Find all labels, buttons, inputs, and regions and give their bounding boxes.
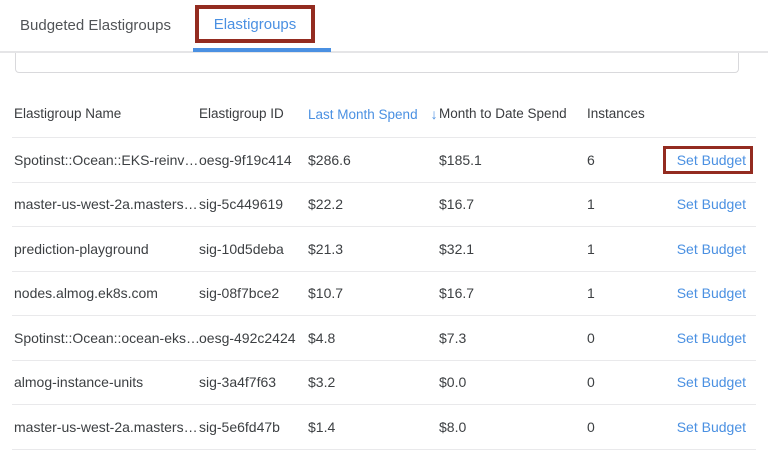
- month-to-date-spend: $8.0: [439, 419, 587, 435]
- instances-count: 1: [587, 241, 662, 257]
- last-month-spend: $286.6: [308, 152, 439, 168]
- table-row: prediction-playground sig-10d5deba $21.3…: [12, 227, 756, 272]
- instances-count: 0: [587, 374, 662, 390]
- table-header-row: Elastigroup Name Elastigroup ID Last Mon…: [12, 90, 756, 138]
- table-row: master-us-west-2a.masters… sig-5e6fd47b …: [12, 405, 756, 450]
- month-to-date-spend: $7.3: [439, 330, 587, 346]
- last-month-spend: $1.4: [308, 419, 439, 435]
- instances-count: 0: [587, 330, 662, 346]
- elastigroup-id: sig-3a4f7f63: [199, 374, 308, 390]
- elastigroup-id: oesg-492c2424: [199, 330, 308, 346]
- last-month-spend: $3.2: [308, 374, 439, 390]
- elastigroup-name: Spotinst::Ocean::EKS-reinv…: [12, 152, 199, 168]
- set-budget-link[interactable]: Set Budget: [677, 330, 746, 346]
- last-month-spend: $22.2: [308, 196, 439, 212]
- instances-count: 6: [587, 152, 662, 168]
- instances-count: 1: [587, 196, 662, 212]
- filter-bar[interactable]: [15, 53, 739, 73]
- table-row: master-us-west-2a.masters… sig-5c449619 …: [12, 183, 756, 228]
- column-header-instances[interactable]: Instances: [587, 106, 662, 121]
- tab-bar: Budgeted Elastigroups Elastigroups: [0, 0, 768, 53]
- annotation-box-elastigroups-tab: Elastigroups: [195, 5, 315, 43]
- set-budget-link[interactable]: Set Budget: [677, 241, 746, 257]
- table-row: nodes.almog.ek8s.com sig-08f7bce2 $10.7 …: [12, 272, 756, 317]
- table-row: Spotinst::Ocean::ocean-eks… oesg-492c242…: [12, 316, 756, 361]
- table-row: Spotinst::Ocean::EKS-reinv… oesg-9f19c41…: [12, 138, 756, 183]
- elastigroups-table: Elastigroup Name Elastigroup ID Last Mon…: [12, 90, 756, 450]
- elastigroup-id: sig-08f7bce2: [199, 285, 308, 301]
- month-to-date-spend: $16.7: [439, 285, 587, 301]
- instances-count: 1: [587, 285, 662, 301]
- set-budget-link[interactable]: Set Budget: [677, 419, 746, 435]
- column-header-month-to-date-spend[interactable]: Month to Date Spend: [439, 106, 587, 121]
- column-header-elastigroup-id[interactable]: Elastigroup ID: [199, 106, 308, 121]
- set-budget-link[interactable]: Set Budget: [677, 152, 746, 168]
- tab-bar-divider: [0, 51, 768, 53]
- elastigroup-name: master-us-west-2a.masters…: [12, 196, 199, 212]
- last-month-spend: $21.3: [308, 241, 439, 257]
- tab-budgeted-elastigroups[interactable]: Budgeted Elastigroups: [20, 17, 171, 34]
- elastigroups-budget-panel: Budgeted Elastigroups Elastigroups Elast…: [0, 0, 768, 457]
- elastigroup-name: almog-instance-units: [12, 374, 199, 390]
- elastigroup-name: Spotinst::Ocean::ocean-eks…: [12, 330, 199, 346]
- set-budget-link[interactable]: Set Budget: [677, 374, 746, 390]
- elastigroup-name: nodes.almog.ek8s.com: [12, 285, 199, 301]
- tab-elastigroups[interactable]: Elastigroups: [214, 16, 297, 33]
- month-to-date-spend: $32.1: [439, 241, 587, 257]
- elastigroup-id: oesg-9f19c414: [199, 152, 308, 168]
- elastigroup-id: sig-10d5deba: [199, 241, 308, 257]
- column-header-last-month-spend[interactable]: Last Month Spend ↓: [308, 106, 439, 122]
- active-tab-underline: [193, 48, 331, 52]
- set-budget-link[interactable]: Set Budget: [677, 196, 746, 212]
- month-to-date-spend: $16.7: [439, 196, 587, 212]
- month-to-date-spend: $0.0: [439, 374, 587, 390]
- last-month-spend: $10.7: [308, 285, 439, 301]
- instances-count: 0: [587, 419, 662, 435]
- elastigroup-id: sig-5c449619: [199, 196, 308, 212]
- last-month-spend: $4.8: [308, 330, 439, 346]
- set-budget-link[interactable]: Set Budget: [677, 285, 746, 301]
- sorted-column-label: Last Month Spend: [308, 107, 418, 122]
- elastigroup-name: master-us-west-2a.masters…: [12, 419, 199, 435]
- table-row: almog-instance-units sig-3a4f7f63 $3.2 $…: [12, 361, 756, 406]
- month-to-date-spend: $185.1: [439, 152, 587, 168]
- annotation-box-set-budget: Set Budget: [663, 146, 753, 174]
- column-header-elastigroup-name[interactable]: Elastigroup Name: [12, 106, 199, 121]
- elastigroup-id: sig-5e6fd47b: [199, 419, 308, 435]
- elastigroup-name: prediction-playground: [12, 241, 199, 257]
- sort-descending-icon: ↓: [431, 106, 438, 122]
